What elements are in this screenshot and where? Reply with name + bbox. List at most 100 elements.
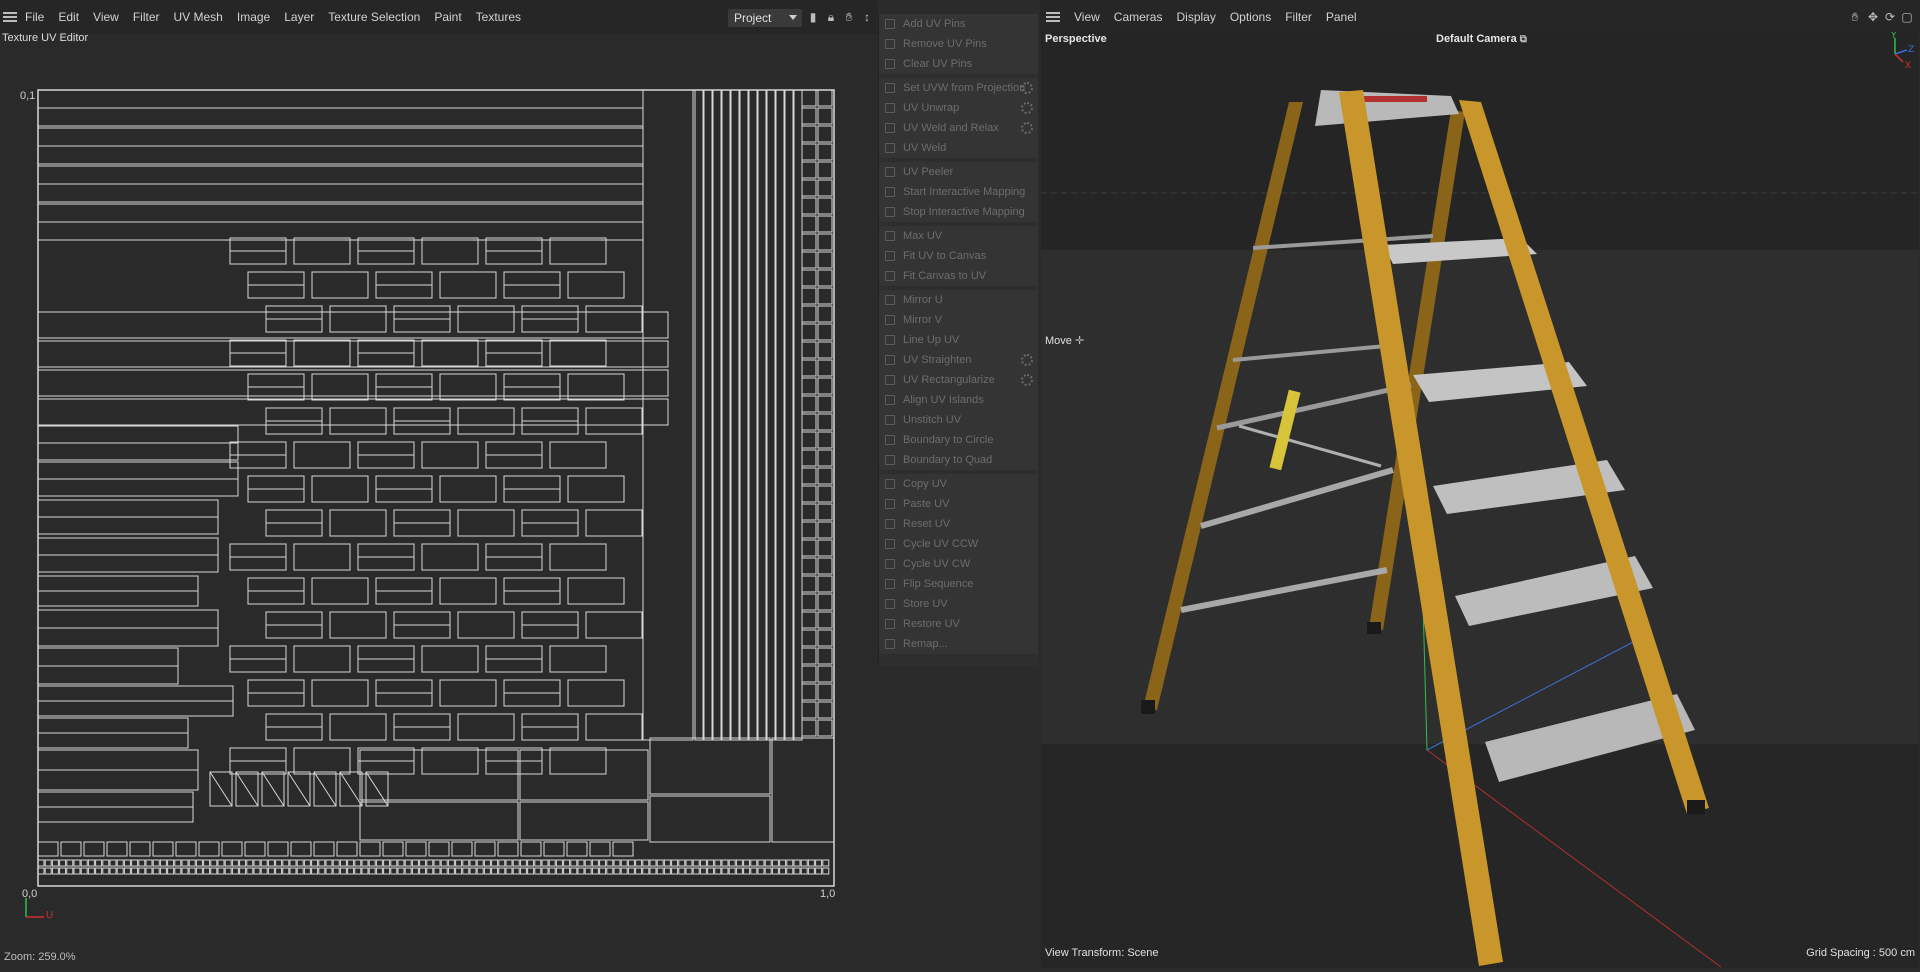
uv-island bbox=[51, 859, 59, 867]
command-store-uv[interactable]: Store UV bbox=[879, 594, 1038, 614]
command-uv-peeler[interactable]: UV Peeler bbox=[879, 162, 1038, 182]
viewport-hamburger-icon[interactable] bbox=[1046, 12, 1060, 22]
uv-island bbox=[405, 841, 427, 857]
menu-image[interactable]: Image bbox=[237, 10, 270, 24]
ladder-front-rail-left bbox=[1339, 90, 1503, 966]
command-start-interactive-mapping[interactable]: Start Interactive Mapping bbox=[879, 182, 1038, 202]
menu-file[interactable]: File bbox=[25, 10, 44, 24]
uv-island bbox=[476, 859, 484, 867]
command-uv-rectangularize[interactable]: UV Rectangularize bbox=[879, 370, 1038, 390]
uv-island bbox=[239, 867, 247, 875]
vp-menu-filter[interactable]: Filter bbox=[1285, 10, 1312, 24]
command-unstitch-uv[interactable]: Unstitch UV bbox=[879, 410, 1038, 430]
uv-island bbox=[131, 859, 139, 867]
vp-pan-hand-icon[interactable]: ✋︎ bbox=[1848, 10, 1862, 24]
uv-island bbox=[703, 89, 713, 741]
uv-island bbox=[613, 867, 621, 875]
histogram-icon[interactable]: ▮ bbox=[806, 10, 820, 24]
uv-island bbox=[817, 503, 833, 521]
uv-canvas[interactable] bbox=[0, 50, 878, 940]
ladder-top-cap bbox=[1315, 90, 1459, 126]
uv-island bbox=[439, 577, 497, 605]
command-remove-uv-pins[interactable]: Remove UV Pins bbox=[879, 34, 1038, 54]
menu-edit[interactable]: Edit bbox=[58, 10, 79, 24]
lock-icon[interactable]: 🔒︎ bbox=[824, 10, 838, 24]
command-icon bbox=[885, 499, 895, 509]
uv-commands-panel: Add UV Pins Remove UV Pins Clear UV Pins Se… bbox=[878, 14, 1038, 666]
gear-icon[interactable] bbox=[1021, 82, 1033, 94]
command-uv-weld-and-relax[interactable]: UV Weld and Relax bbox=[879, 118, 1038, 138]
project-select[interactable]: Project bbox=[728, 9, 802, 27]
vp-menu-panel[interactable]: Panel bbox=[1326, 10, 1357, 24]
uv-island bbox=[159, 859, 167, 867]
command-remap[interactable]: Remap... bbox=[879, 634, 1038, 654]
command-line-up-uv[interactable]: Line Up UV bbox=[879, 330, 1038, 350]
pan-hand-icon[interactable]: ✋︎ bbox=[842, 10, 856, 24]
menu-hamburger-icon[interactable] bbox=[3, 12, 17, 22]
command-clear-uv-pins[interactable]: Clear UV Pins bbox=[879, 54, 1038, 74]
command-cycle-uv-cw[interactable]: Cycle UV CW bbox=[879, 554, 1038, 574]
command-align-uv-islands[interactable]: Align UV Islands bbox=[879, 390, 1038, 410]
menu-textures[interactable]: Textures bbox=[476, 10, 521, 24]
command-flip-sequence[interactable]: Flip Sequence bbox=[879, 574, 1038, 594]
command-uv-weld[interactable]: UV Weld bbox=[879, 138, 1038, 158]
zoom-arrows-icon[interactable]: ↕ bbox=[860, 10, 874, 24]
uv-island bbox=[649, 859, 657, 867]
command-max-uv[interactable]: Max UV bbox=[879, 226, 1038, 246]
3d-viewport[interactable]: Perspective Default Camera ⧉ Move ✛ Y Z … bbox=[1041, 30, 1919, 968]
command-paste-uv[interactable]: Paste UV bbox=[879, 494, 1038, 514]
command-icon bbox=[885, 579, 895, 589]
uv-island bbox=[152, 841, 174, 857]
command-boundary-to-circle[interactable]: Boundary to Circle bbox=[879, 430, 1038, 450]
uv-island bbox=[817, 179, 833, 197]
command-set-uvw-from-projection[interactable]: Set UVW from Projection bbox=[879, 78, 1038, 98]
menu-uv-mesh[interactable]: UV Mesh bbox=[174, 10, 223, 24]
uv-island bbox=[627, 859, 635, 867]
uv-island bbox=[548, 867, 556, 875]
uv-island bbox=[253, 867, 261, 875]
uv-island bbox=[421, 543, 479, 571]
menu-view[interactable]: View bbox=[93, 10, 119, 24]
vp-move-icon[interactable]: ✥ bbox=[1866, 10, 1880, 24]
menu-texture-selection[interactable]: Texture Selection bbox=[328, 10, 420, 24]
uv-island bbox=[541, 867, 549, 875]
command-mirror-u[interactable]: Mirror U bbox=[879, 290, 1038, 310]
command-cycle-uv-ccw[interactable]: Cycle UV CCW bbox=[879, 534, 1038, 554]
vp-menu-options[interactable]: Options bbox=[1230, 10, 1271, 24]
uv-island bbox=[817, 143, 833, 161]
command-reset-uv[interactable]: Reset UV bbox=[879, 514, 1038, 534]
command-add-uv-pins[interactable]: Add UV Pins bbox=[879, 14, 1038, 34]
vp-menu-cameras[interactable]: Cameras bbox=[1114, 10, 1163, 24]
command-fit-canvas-to-uv[interactable]: Fit Canvas to UV bbox=[879, 266, 1038, 286]
vp-menu-view[interactable]: View bbox=[1074, 10, 1100, 24]
uv-island bbox=[817, 449, 833, 467]
vp-rotate-icon[interactable]: ⟳ bbox=[1883, 10, 1897, 24]
menu-paint[interactable]: Paint bbox=[434, 10, 461, 24]
uv-island bbox=[589, 841, 611, 857]
command-uv-straighten[interactable]: UV Straighten bbox=[879, 350, 1038, 370]
viewport-camera-name[interactable]: Default Camera ⧉ bbox=[1436, 33, 1527, 45]
command-restore-uv[interactable]: Restore UV bbox=[879, 614, 1038, 634]
command-boundary-to-quad[interactable]: Boundary to Quad bbox=[879, 450, 1038, 470]
command-stop-interactive-mapping[interactable]: Stop Interactive Mapping bbox=[879, 202, 1038, 222]
uv-island bbox=[591, 859, 599, 867]
command-uv-unwrap[interactable]: UV Unwrap bbox=[879, 98, 1038, 118]
command-mirror-v[interactable]: Mirror V bbox=[879, 310, 1038, 330]
uv-island bbox=[375, 867, 383, 875]
uv-wireframe bbox=[37, 89, 835, 887]
uv-island bbox=[549, 339, 607, 367]
uv-island bbox=[663, 859, 671, 867]
uv-island bbox=[817, 467, 833, 485]
vp-menu-display[interactable]: Display bbox=[1176, 10, 1215, 24]
menu-filter[interactable]: Filter bbox=[133, 10, 160, 24]
command-fit-uv-to-canvas[interactable]: Fit UV to Canvas bbox=[879, 246, 1038, 266]
gear-icon[interactable] bbox=[1021, 122, 1033, 134]
uv-island bbox=[801, 647, 817, 665]
menu-layer[interactable]: Layer bbox=[284, 10, 314, 24]
gear-icon[interactable] bbox=[1021, 374, 1033, 386]
vp-maximize-icon[interactable]: ▢ bbox=[1900, 10, 1914, 24]
gear-icon[interactable] bbox=[1021, 354, 1033, 366]
gear-icon[interactable] bbox=[1021, 102, 1033, 114]
command-copy-uv[interactable]: Copy UV bbox=[879, 474, 1038, 494]
uv-island bbox=[735, 859, 743, 867]
